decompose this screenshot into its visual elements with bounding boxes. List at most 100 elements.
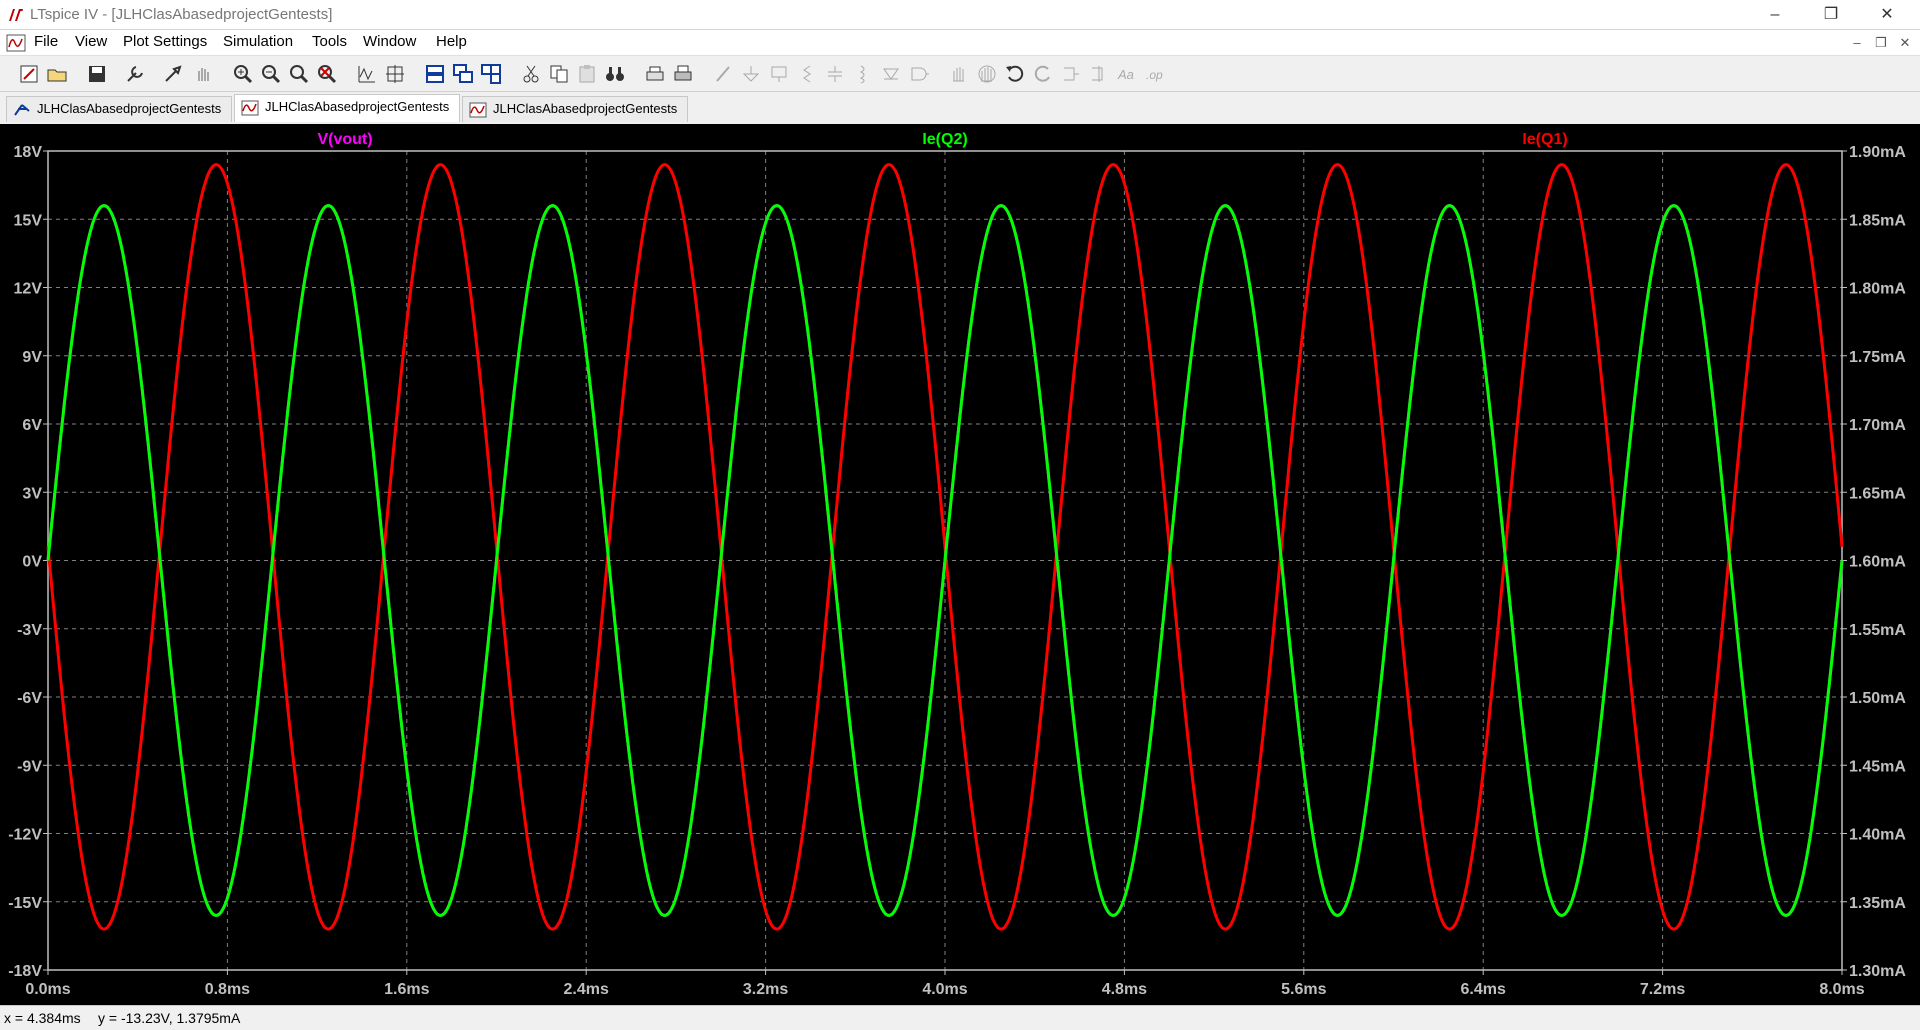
print-icon[interactable]	[672, 63, 694, 85]
inductor-icon[interactable]	[852, 63, 874, 85]
x-tick-label: 4.8ms	[1102, 981, 1147, 998]
y-left-tick-label: -15V	[8, 895, 42, 912]
minimize-button[interactable]: –	[1752, 0, 1798, 30]
control-panel-icon[interactable]	[124, 63, 146, 85]
x-tick-label: 0.8ms	[205, 981, 250, 998]
component-icon[interactable]	[908, 63, 930, 85]
mdi-minimize-button[interactable]: –	[1848, 34, 1866, 52]
diode-icon[interactable]	[880, 63, 902, 85]
menu-simulation[interactable]: Simulation	[223, 33, 293, 50]
y-left-tick-label: -3V	[17, 622, 42, 639]
menu-plot-settings[interactable]: Plot Settings	[123, 33, 207, 50]
y-right-tick-label: 1.85mA	[1849, 212, 1906, 229]
cursor-x-readout: x = 4.384ms	[4, 1010, 81, 1026]
ground-icon[interactable]	[740, 63, 762, 85]
cursor-icon[interactable]	[384, 63, 406, 85]
print-preview-icon[interactable]	[644, 63, 666, 85]
close-button[interactable]: ✕	[1864, 0, 1910, 30]
tab-schematic[interactable]: JLHClasAbasedprojectGentests	[6, 96, 232, 122]
zoom-cancel-icon[interactable]	[316, 63, 338, 85]
waveform-window-icon[interactable]	[6, 33, 26, 53]
svg-text:Aa: Aa	[1117, 67, 1134, 82]
autorange-icon[interactable]	[356, 63, 378, 85]
y-left-tick-label: -9V	[17, 758, 42, 775]
drag-icon[interactable]	[976, 63, 998, 85]
trace-label-ie-q2: Ie(Q2)	[922, 131, 967, 148]
y-right-tick-label: 1.50mA	[1849, 690, 1906, 707]
x-tick-label: 3.2ms	[743, 981, 788, 998]
waveform-plot-pane[interactable]: 0.0ms 0.8ms 1.6ms 2.4ms 3.2ms 4.0ms 4.8ms 5.6ms…	[0, 124, 1920, 1005]
y-right-tick-label: 1.75mA	[1849, 349, 1906, 366]
tab-waveform-active[interactable]: JLHClasAbasedprojectGentests	[234, 94, 460, 122]
y-left-tick-label: 9V	[22, 349, 42, 366]
tab-bar: JLHClasAbasedprojectGentests JLHClasAbas…	[0, 92, 1920, 124]
save-icon[interactable]	[86, 63, 108, 85]
y-right-tick-label: 1.90mA	[1849, 144, 1906, 161]
toolbar: Aa .op	[0, 56, 1920, 92]
y-right-tick-label: 1.70mA	[1849, 417, 1906, 434]
tile-horizontal-icon[interactable]	[424, 63, 446, 85]
tab-label: JLHClasAbasedprojectGentests	[493, 101, 678, 116]
menu-tools[interactable]: Tools	[312, 33, 347, 50]
cut-icon[interactable]	[520, 63, 542, 85]
ltspice-logo-icon	[9, 9, 23, 21]
y-right-tick-label: 1.40mA	[1849, 827, 1906, 844]
run-icon[interactable]	[162, 63, 184, 85]
resistor-icon[interactable]	[796, 63, 818, 85]
y-right-tick-label: 1.55mA	[1849, 622, 1906, 639]
y-left-tick-label: -12V	[8, 827, 42, 844]
halt-icon[interactable]	[192, 63, 214, 85]
x-tick-label: 6.4ms	[1461, 981, 1506, 998]
y-right-tick-label: 1.65mA	[1849, 485, 1906, 502]
new-schematic-icon[interactable]	[18, 63, 40, 85]
menu-help[interactable]: Help	[436, 33, 467, 50]
x-tick-label: 1.6ms	[384, 981, 429, 998]
zoom-full-icon[interactable]	[288, 63, 310, 85]
paste-icon[interactable]	[576, 63, 598, 85]
label-icon[interactable]	[768, 63, 790, 85]
mdi-restore-button[interactable]: ❐	[1872, 34, 1890, 52]
y-left-tick-label: 15V	[14, 212, 43, 229]
x-tick-label: 7.2ms	[1640, 981, 1685, 998]
zoom-out-icon[interactable]	[260, 63, 282, 85]
tab-label: JLHClasAbasedprojectGentests	[265, 99, 450, 114]
waveform-chart[interactable]: 0.0ms 0.8ms 1.6ms 2.4ms 3.2ms 4.0ms 4.8ms 5.6ms…	[0, 124, 1920, 1005]
spice-directive-icon[interactable]: .op	[1144, 63, 1166, 85]
cascade-icon[interactable]	[452, 63, 474, 85]
y-left-tick-label: 0V	[22, 554, 42, 571]
tab-waveform[interactable]: JLHClasAbasedprojectGentests	[462, 96, 688, 122]
tab-label: JLHClasAbasedprojectGentests	[37, 101, 222, 116]
wire-icon[interactable]	[712, 63, 734, 85]
find-icon[interactable]	[604, 63, 626, 85]
capacitor-icon[interactable]	[824, 63, 846, 85]
restore-button[interactable]: ❐	[1808, 0, 1854, 30]
tile-icon[interactable]	[480, 63, 502, 85]
y-right-tick-label: 1.45mA	[1849, 758, 1906, 775]
menu-file[interactable]: File	[34, 33, 58, 50]
y-left-tick-label: -6V	[17, 690, 42, 707]
y-left-tick-label: 12V	[14, 281, 43, 298]
y-right-tick-label: 1.60mA	[1849, 554, 1906, 571]
redo-icon[interactable]	[1032, 63, 1054, 85]
trace-label-ie-q1: Ie(Q1)	[1522, 131, 1567, 148]
rotate-icon[interactable]	[1060, 63, 1082, 85]
zoom-in-icon[interactable]	[232, 63, 254, 85]
waveform-icon	[241, 100, 259, 116]
menu-view[interactable]: View	[75, 33, 107, 50]
copy-icon[interactable]	[548, 63, 570, 85]
text-icon[interactable]: Aa	[1116, 63, 1138, 85]
x-tick-label: 0.0ms	[25, 981, 70, 998]
x-tick-label: 5.6ms	[1281, 981, 1326, 998]
move-icon[interactable]	[948, 63, 970, 85]
cursor-y-readout: y = -13.23V, 1.3795mA	[98, 1010, 241, 1026]
undo-icon[interactable]	[1004, 63, 1026, 85]
mirror-icon[interactable]	[1088, 63, 1110, 85]
schematic-icon	[14, 104, 30, 116]
title-bar: LTspice IV - [JLHClasAbasedprojectGentes…	[0, 0, 1920, 30]
mdi-close-button[interactable]: ✕	[1896, 34, 1914, 52]
y-left-tick-label: 18V	[14, 144, 43, 161]
status-bar: x = 4.384ms y = -13.23V, 1.3795mA	[0, 1005, 1920, 1030]
menu-window[interactable]: Window	[363, 33, 416, 50]
x-tick-label: 4.0ms	[922, 981, 967, 998]
open-icon[interactable]	[46, 63, 68, 85]
